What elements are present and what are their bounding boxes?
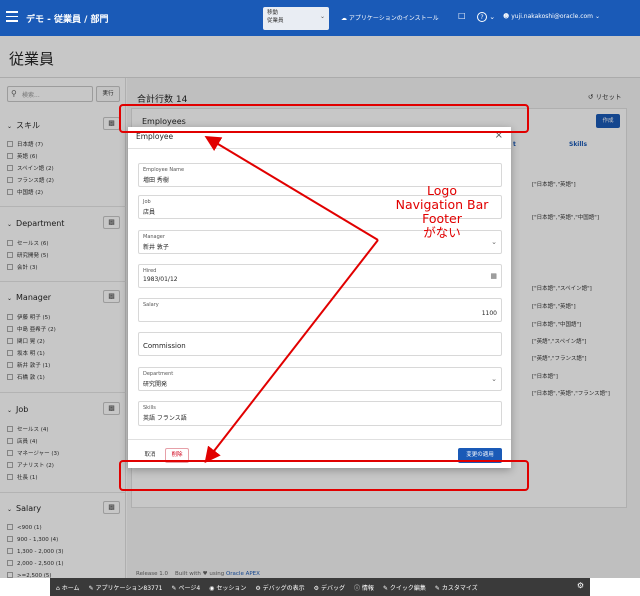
gear-icon[interactable]: ⚙ (577, 581, 584, 590)
devbar-view-debug[interactable]: ⚙ デバッグの表示 (255, 583, 304, 592)
navigation-select-label: 移動 (267, 10, 279, 16)
field-value: 英語 フランス語 (143, 415, 187, 422)
install-app-label: アプリケーションのインストール (348, 15, 439, 22)
user-name: yuji.nakakoshi@oracle.com (511, 13, 594, 20)
field-value: 増田 秀樹 (143, 177, 169, 184)
devbar-page[interactable]: ✎ ページ4 (171, 583, 200, 592)
app-header: デモ - 従業員 / 部門 移動 従業員 ⌄ ☁ アプリケーションのインストール… (0, 0, 640, 36)
divider (128, 439, 511, 440)
devbar-quick-edit[interactable]: ✎ クイック編集 (383, 583, 426, 592)
devbar-session[interactable]: ◉ セッション (209, 583, 246, 592)
field-label: Hired (143, 268, 157, 274)
annotation-box-bottom (119, 460, 529, 491)
info-icon: ⓘ (353, 584, 360, 592)
calendar-icon[interactable]: ▦ (490, 272, 497, 280)
home-icon: ⌂ (56, 584, 60, 592)
devbar-application[interactable]: ✎ アプリケーション83771 (89, 583, 163, 592)
devbar-debug[interactable]: ⚙ デバッグ (314, 583, 345, 592)
dialog-title: Employee (136, 132, 174, 141)
field-label: Job (143, 199, 151, 205)
help-menu[interactable]: ? ⌄ (477, 12, 495, 22)
devbar-info[interactable]: ⓘ 情報 (354, 583, 374, 592)
field-label: Manager (143, 234, 165, 240)
employee-dialog: Employee × Employee Name 増田 秀樹 Job 店員 Ma… (128, 127, 511, 468)
chevron-down-icon: ⌄ (489, 13, 496, 21)
customize-icon: ✎ (434, 584, 440, 592)
department-select[interactable]: Department 研究開発 ⌄ (138, 367, 502, 391)
field-value: 店員 (143, 209, 156, 216)
devbar-customize[interactable]: ✎ カスタマイズ (435, 583, 478, 592)
hamburger-menu-icon[interactable] (6, 11, 18, 23)
app-title[interactable]: デモ - 従業員 / 部門 (26, 12, 109, 25)
chevron-down-icon: ⌄ (491, 375, 497, 383)
salary-field[interactable]: Salary 1100 (138, 298, 502, 322)
navigation-select-value: 従業員 (267, 18, 284, 24)
quick-edit-icon: ✎ (382, 584, 388, 592)
field-label: Commission (143, 342, 186, 350)
field-value: 1983/01/12 (143, 276, 178, 283)
user-icon: ☻ (503, 13, 510, 20)
field-label: Department (143, 371, 174, 377)
field-value: 1100 (481, 310, 497, 317)
bug-icon: ⚙ (313, 584, 320, 592)
feedback-icon[interactable]: □ (458, 11, 466, 20)
field-label: Salary (143, 302, 159, 308)
edit-icon: ✎ (88, 584, 94, 592)
user-menu[interactable]: ☻ yuji.nakakoshi@oracle.com ⌄ (503, 13, 600, 20)
commission-field[interactable]: Commission (138, 332, 502, 356)
divider (128, 148, 511, 149)
install-app-link[interactable]: ☁ アプリケーションのインストール (341, 13, 439, 22)
chevron-down-icon: ⌄ (594, 13, 600, 20)
page-icon: ✎ (171, 584, 177, 592)
hired-date-field[interactable]: Hired 1983/01/12 ▦ (138, 264, 502, 288)
skills-field[interactable]: Skills 英語 フランス語 (138, 401, 502, 426)
field-value: 研究開発 (143, 381, 168, 388)
devbar-home[interactable]: ⌂ ホーム (56, 583, 80, 592)
session-icon: ◉ (209, 584, 215, 592)
annotation-label: Logo Navigation Bar Footer がない (395, 183, 489, 240)
help-icon: ? (477, 12, 487, 22)
developer-toolbar: ⌂ ホーム ✎ アプリケーション83771 ✎ ページ4 ◉ セッション ⚙ デ… (50, 578, 590, 596)
field-label: Skills (143, 405, 156, 411)
navigation-select[interactable]: 移動 従業員 ⌄ (263, 7, 329, 30)
debug-view-icon: ⚙ (255, 584, 261, 592)
cloud-download-icon: ☁ (341, 15, 347, 22)
chevron-down-icon: ⌄ (319, 13, 325, 20)
field-value: 新井 敦子 (143, 244, 169, 251)
field-label: Employee Name (143, 167, 185, 173)
annotation-box-top (119, 104, 529, 133)
